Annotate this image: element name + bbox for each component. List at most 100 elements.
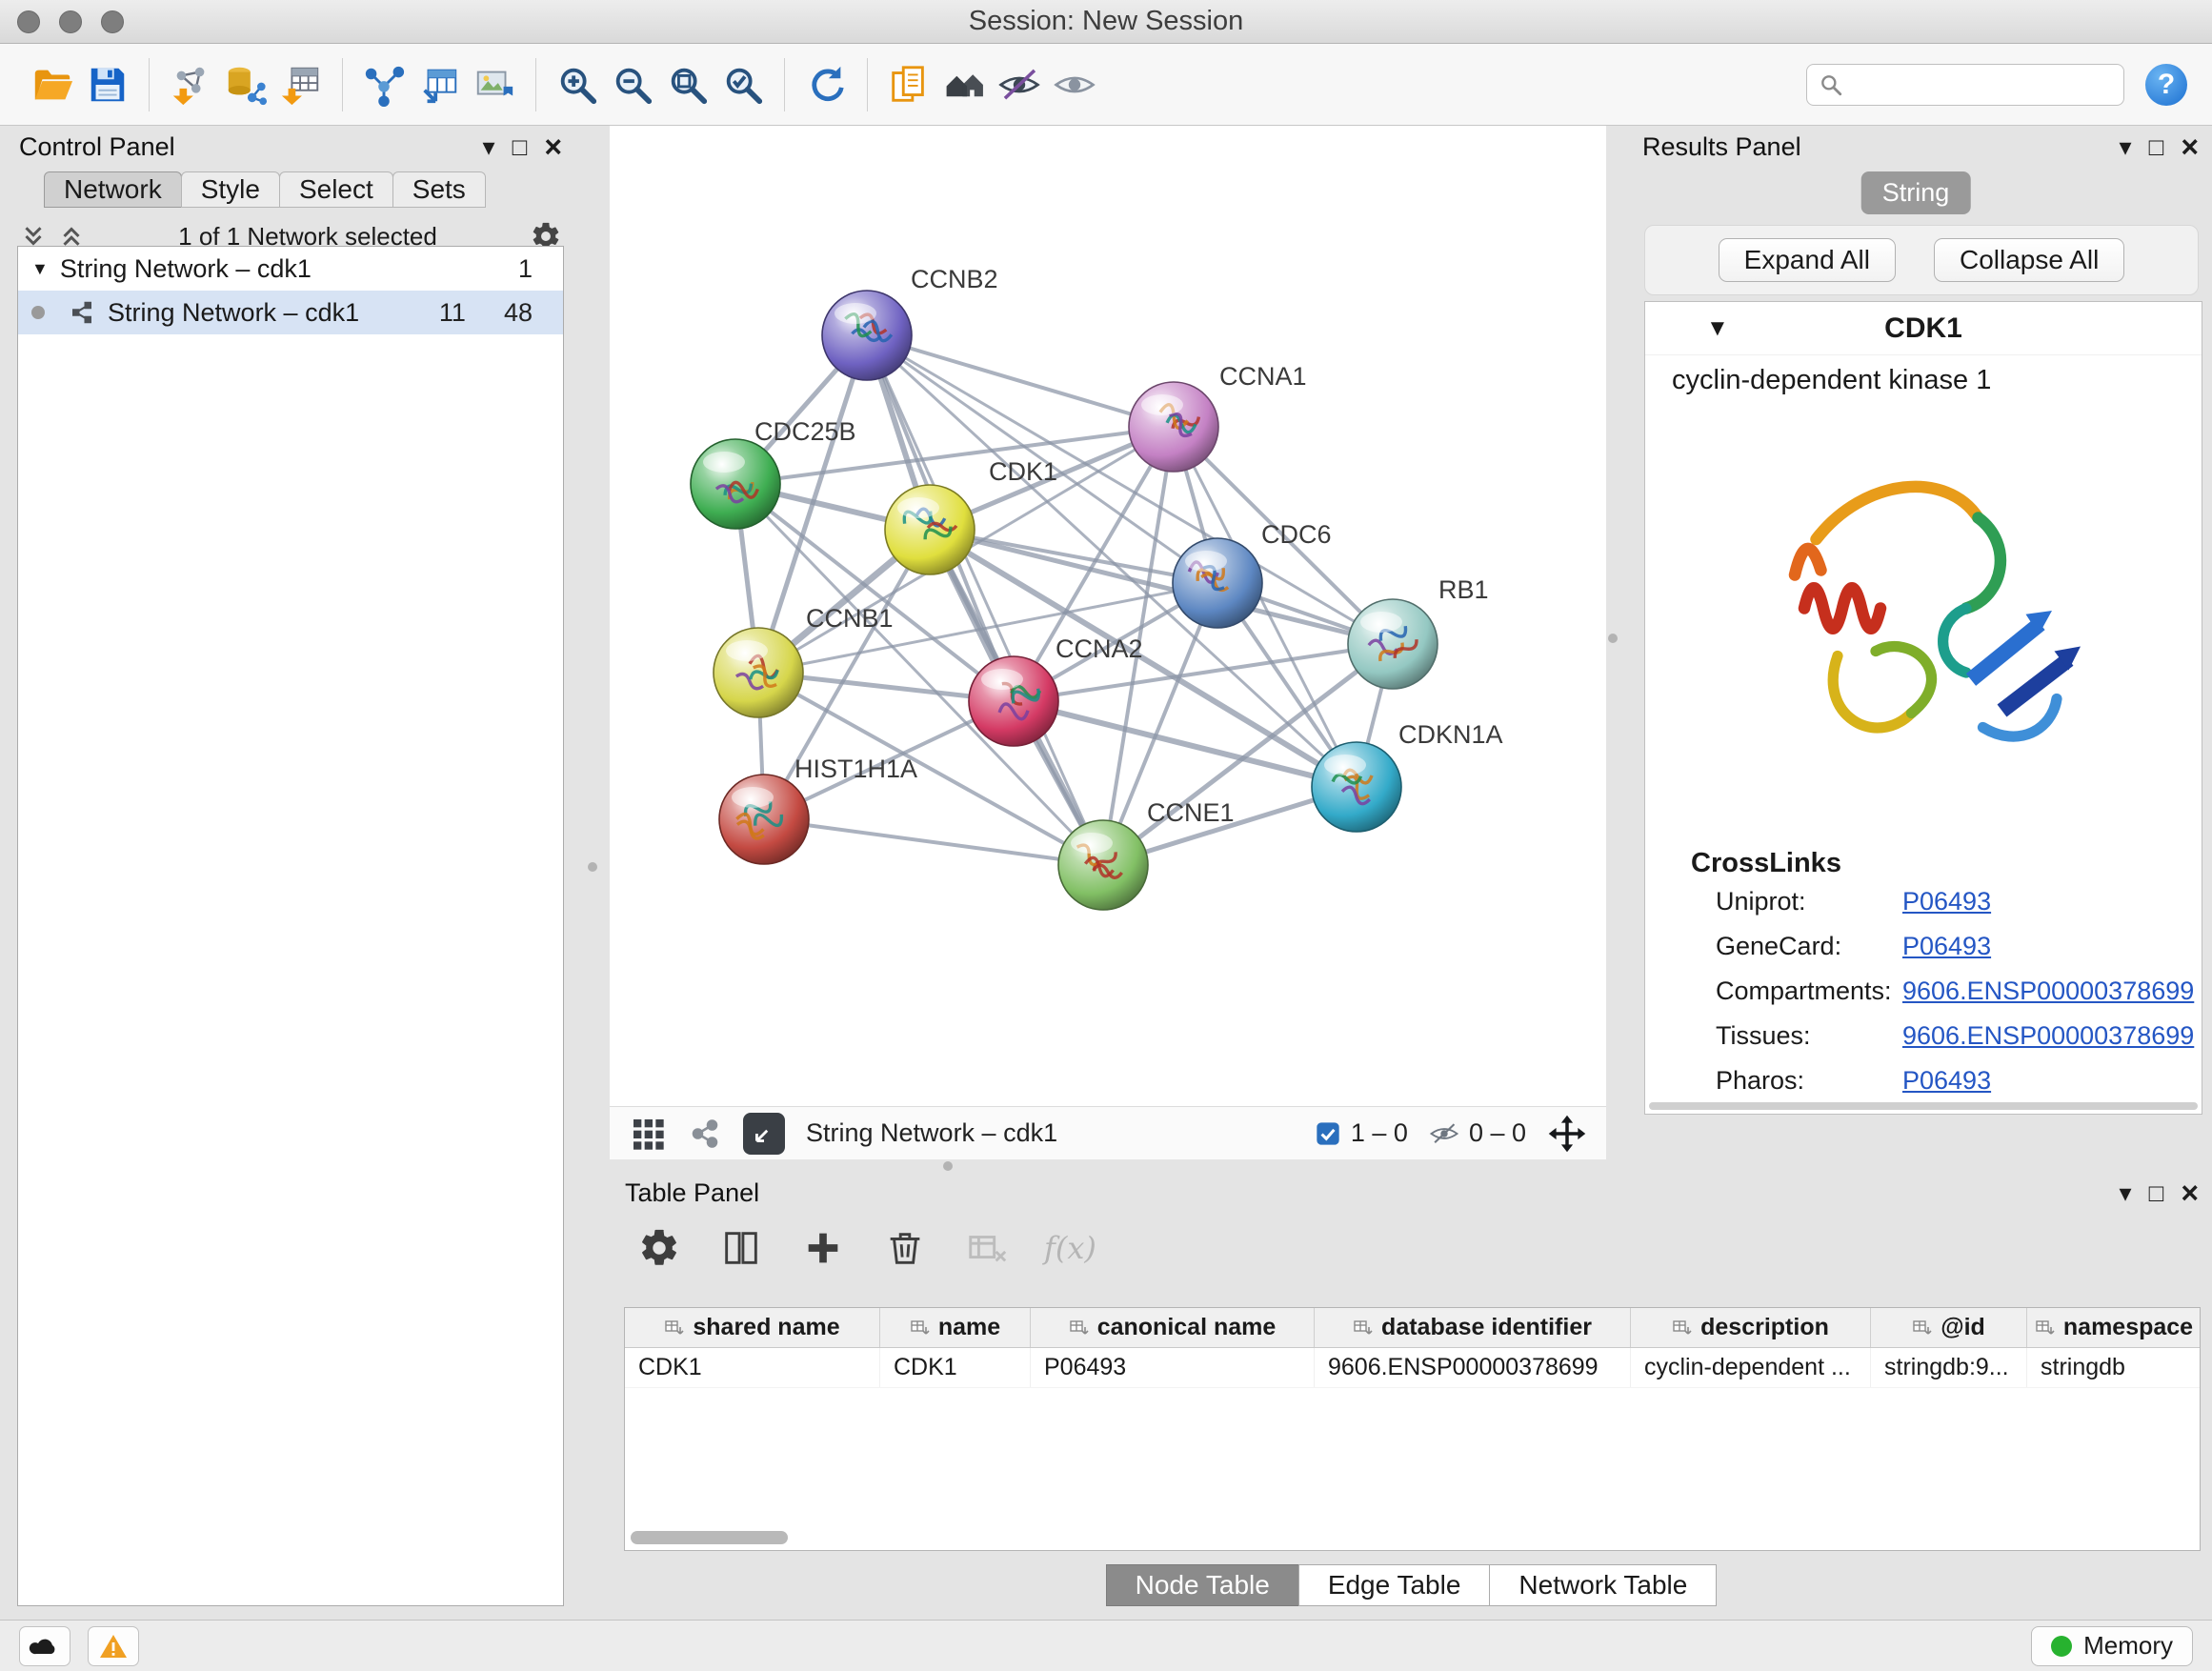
- vertical-splitter-left[interactable]: [588, 862, 597, 872]
- table-cell[interactable]: P06493: [1031, 1348, 1315, 1387]
- import-network-database-icon[interactable]: [218, 57, 273, 112]
- save-icon[interactable]: [80, 57, 135, 112]
- column-header-description[interactable]: description: [1631, 1308, 1871, 1347]
- column-header-name[interactable]: name: [880, 1308, 1031, 1347]
- table-horizontal-scrollbar[interactable]: [631, 1531, 788, 1544]
- node-CCNB2[interactable]: [822, 291, 912, 380]
- panel-menu-icon[interactable]: ▾: [483, 134, 495, 159]
- tab-network-table[interactable]: Network Table: [1489, 1564, 1717, 1606]
- network-row-selected[interactable]: String Network – cdk1 11 48: [18, 291, 563, 334]
- node-HIST1H1A[interactable]: [719, 775, 809, 864]
- crosslink-link[interactable]: 9606.ENSP00000378699: [1902, 1021, 2194, 1051]
- crosslink-link[interactable]: 9606.ENSP00000378699: [1902, 976, 2194, 1006]
- table-cell[interactable]: 9606.ENSP00000378699: [1315, 1348, 1631, 1387]
- cloud-icon[interactable]: [19, 1626, 70, 1666]
- column-header-database-identifier[interactable]: database identifier: [1315, 1308, 1631, 1347]
- hidden-eye-icon[interactable]: [1429, 1118, 1459, 1149]
- tab-style[interactable]: Style: [181, 171, 280, 208]
- edge-CCNB2-CCNE1[interactable]: [867, 335, 1103, 865]
- network-from-image-icon[interactable]: [467, 57, 522, 112]
- eye-icon[interactable]: [1047, 57, 1102, 112]
- memory-button[interactable]: Memory: [2031, 1626, 2193, 1666]
- crosslink-link[interactable]: P06493: [1902, 887, 1991, 916]
- import-table-icon[interactable]: [273, 57, 329, 112]
- tree-expand-icon[interactable]: ▼: [31, 259, 49, 279]
- tab-select[interactable]: Select: [279, 171, 393, 208]
- refresh-icon[interactable]: [798, 57, 854, 112]
- panel-close-icon[interactable]: ×: [544, 131, 562, 162]
- table-cell[interactable]: stringdb:9...: [1871, 1348, 2027, 1387]
- share-network-icon[interactable]: [688, 1117, 722, 1151]
- warning-icon[interactable]: [88, 1626, 139, 1666]
- selected-checkbox-icon[interactable]: [1315, 1120, 1341, 1147]
- table-cell[interactable]: CDK1: [880, 1348, 1031, 1387]
- network-collection-row[interactable]: ▼ String Network – cdk1 1: [18, 247, 563, 291]
- add-column-icon[interactable]: [798, 1223, 848, 1273]
- new-network-icon[interactable]: [356, 57, 412, 112]
- panel-float-icon[interactable]: □: [2149, 134, 2164, 159]
- vertical-splitter-right[interactable]: [1608, 634, 1618, 643]
- network-canvas[interactable]: CCNB2CCNA1CDC25BCDK1CDC6RB1CCNB1CCNA2CDK…: [610, 126, 1606, 1106]
- node-CCNB1[interactable]: [714, 628, 803, 717]
- crosslink-link[interactable]: P06493: [1902, 932, 1991, 961]
- clear-table-icon[interactable]: [962, 1223, 1012, 1273]
- expand-all-button[interactable]: Expand All: [1719, 238, 1896, 282]
- show-columns-icon[interactable]: [716, 1223, 766, 1273]
- zoom-selected-icon[interactable]: [715, 57, 771, 112]
- table-cell[interactable]: CDK1: [625, 1348, 880, 1387]
- zoom-fit-icon[interactable]: [660, 57, 715, 112]
- network-from-table-icon[interactable]: [412, 57, 467, 112]
- tab-string[interactable]: String: [1861, 171, 1971, 214]
- copy-document-icon[interactable]: [881, 57, 936, 112]
- column-header--id[interactable]: @id: [1871, 1308, 2027, 1347]
- collapse-card-icon[interactable]: ▼: [1706, 315, 1729, 342]
- eye-crossed-icon[interactable]: [992, 57, 1047, 112]
- node-CCNE1[interactable]: [1058, 820, 1148, 910]
- node-CDK1[interactable]: [885, 485, 975, 574]
- import-network-file-icon[interactable]: [163, 57, 218, 112]
- crosslink-row: Pharos:P06493: [1645, 1058, 2202, 1103]
- table-cell[interactable]: cyclin-dependent ...: [1631, 1348, 1871, 1387]
- panel-float-icon[interactable]: □: [2149, 1180, 2164, 1205]
- tab-edge-table[interactable]: Edge Table: [1298, 1564, 1491, 1606]
- search-input[interactable]: [1853, 70, 2110, 99]
- table-cell[interactable]: stringdb: [2027, 1348, 2201, 1387]
- homes-icon[interactable]: [936, 57, 992, 112]
- table-header-row: shared namenamecanonical namedatabase id…: [625, 1308, 2200, 1348]
- column-header-namespace[interactable]: namespace: [2027, 1308, 2201, 1347]
- zoom-in-icon[interactable]: [550, 57, 605, 112]
- table-gear-icon[interactable]: [634, 1223, 684, 1273]
- edge-CCNB2-CCNA1[interactable]: [867, 335, 1174, 427]
- panel-close-icon[interactable]: ×: [2181, 1178, 2199, 1208]
- node-CDC25B[interactable]: [691, 439, 780, 529]
- node-CDC6[interactable]: [1173, 538, 1262, 628]
- tab-network[interactable]: Network: [44, 171, 182, 208]
- collapse-all-button[interactable]: Collapse All: [1934, 238, 2124, 282]
- crosslink-link[interactable]: P06493: [1902, 1066, 1991, 1096]
- panel-float-icon[interactable]: □: [513, 134, 528, 159]
- horizontal-splitter[interactable]: [943, 1161, 953, 1171]
- fit-selection-crosshair-icon[interactable]: [1547, 1114, 1587, 1154]
- zoom-out-icon[interactable]: [605, 57, 660, 112]
- network-graph[interactable]: CCNB2CCNA1CDC25BCDK1CDC6RB1CCNB1CCNA2CDK…: [610, 126, 1606, 1106]
- export-view-button[interactable]: [743, 1113, 785, 1155]
- node-CDKN1A[interactable]: [1312, 742, 1401, 832]
- node-CCNA2[interactable]: [969, 656, 1058, 746]
- delete-column-icon[interactable]: [880, 1223, 930, 1273]
- tab-sets[interactable]: Sets: [392, 171, 486, 208]
- column-header-canonical-name[interactable]: canonical name: [1031, 1308, 1315, 1347]
- tab-node-table[interactable]: Node Table: [1106, 1564, 1299, 1606]
- birdseye-grid-icon[interactable]: [629, 1115, 667, 1153]
- folder-open-icon[interactable]: [25, 57, 80, 112]
- node-CCNA1[interactable]: [1129, 382, 1218, 472]
- panel-menu-icon[interactable]: ▾: [2120, 134, 2132, 159]
- function-builder-icon[interactable]: f(x): [1044, 1230, 1096, 1266]
- column-header-shared-name[interactable]: shared name: [625, 1308, 880, 1347]
- table-row[interactable]: CDK1CDK1P064939606.ENSP00000378699cyclin…: [625, 1348, 2200, 1388]
- help-button[interactable]: ?: [2145, 64, 2187, 106]
- edge-HIST1H1A-CCNE1[interactable]: [764, 819, 1103, 865]
- node-RB1[interactable]: [1348, 599, 1438, 689]
- card-scrollbar[interactable]: [1649, 1102, 2198, 1110]
- panel-close-icon[interactable]: ×: [2181, 131, 2199, 162]
- panel-menu-icon[interactable]: ▾: [2120, 1180, 2132, 1205]
